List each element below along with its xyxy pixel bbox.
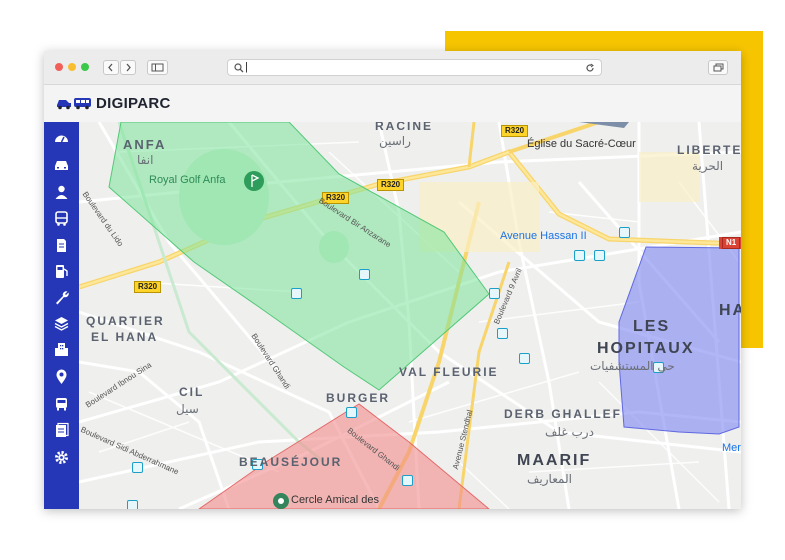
district-label: BURGER xyxy=(326,391,391,405)
report-icon[interactable] xyxy=(53,422,70,439)
district-label: MAARIF xyxy=(517,452,592,469)
forward-button[interactable] xyxy=(120,60,136,75)
url-text: | xyxy=(245,61,248,73)
app-header: DIGIPARC xyxy=(44,85,741,122)
tabs-overview-button[interactable] xyxy=(708,60,728,75)
map-view[interactable]: R320 R320 R320 R320 N1 RACINE راسين ANFA… xyxy=(79,122,741,509)
car-icon[interactable] xyxy=(53,157,70,174)
poi-label: Royal Golf Anfa xyxy=(149,174,226,186)
poi-label: Mer xyxy=(722,442,741,454)
fuel-pump-icon[interactable] xyxy=(53,263,70,280)
bus-stop-icon[interactable] xyxy=(619,227,630,238)
district-label: LES xyxy=(633,318,671,335)
district-arabic-label: راسين xyxy=(379,134,411,148)
poi-label: Cercle Amical des xyxy=(291,494,380,506)
sidebar-nav xyxy=(44,122,79,509)
user-icon[interactable] xyxy=(53,184,70,201)
district-label: LIBERTE xyxy=(677,143,741,157)
district-label: EL HANA xyxy=(91,330,159,344)
reload-icon[interactable] xyxy=(585,63,595,73)
road-shield-r320: R320 xyxy=(134,281,162,293)
road-shield-r320: R320 xyxy=(377,179,405,191)
bus-stop-icon[interactable] xyxy=(359,269,370,280)
district-label: DERB GHALLEF xyxy=(504,407,622,421)
tabs-icon xyxy=(713,63,724,72)
browser-toolbar: | xyxy=(44,51,741,85)
bus-stop-icon[interactable] xyxy=(497,328,508,339)
bus-stop-icon[interactable] xyxy=(519,353,530,364)
district-label: BEAUSÉJOUR xyxy=(239,455,343,469)
district-label: HOPITAUX xyxy=(597,340,695,357)
building-icon[interactable] xyxy=(53,341,70,358)
bus-stop-icon[interactable] xyxy=(132,462,143,473)
poi-label: Église du Sacré-Cœur xyxy=(527,138,636,150)
back-button[interactable] xyxy=(103,60,119,75)
bus-stop-icon[interactable] xyxy=(594,250,605,261)
minimize-window-button[interactable] xyxy=(68,63,76,71)
district-label: VAL FLEURIE xyxy=(399,365,499,379)
sidebar-toggle-icon xyxy=(151,63,164,72)
district-label: QUARTIER xyxy=(86,314,165,328)
document-icon[interactable] xyxy=(53,237,70,254)
dashboard-icon[interactable] xyxy=(53,130,70,147)
bus-icon[interactable] xyxy=(53,210,70,227)
district-label: HA xyxy=(719,302,741,319)
road-shield-n1: N1 xyxy=(722,237,741,249)
road-shield-r320: R320 xyxy=(501,125,529,137)
search-icon xyxy=(234,63,244,73)
poi-label: Avenue Hassan II xyxy=(500,230,587,242)
bus-stop-icon[interactable] xyxy=(489,288,500,299)
maximize-window-button[interactable] xyxy=(81,63,89,71)
vehicle-front-icon[interactable] xyxy=(53,395,70,412)
bus-stop-icon[interactable] xyxy=(402,475,413,486)
district-label: ANFA xyxy=(123,137,167,152)
green-zone[interactable] xyxy=(108,122,490,391)
district-arabic-label: درب غلف xyxy=(545,425,594,439)
district-arabic-label: حي المستشفيات xyxy=(590,359,675,373)
chevron-left-icon xyxy=(108,63,113,72)
district-arabic-label: المعاريف xyxy=(527,472,572,486)
address-bar[interactable]: | xyxy=(227,59,602,76)
chevron-right-icon xyxy=(126,63,131,72)
settings-icon[interactable] xyxy=(53,449,70,466)
close-window-button[interactable] xyxy=(55,63,63,71)
bus-stop-icon[interactable] xyxy=(574,250,585,261)
app-brand-name: DIGIPARC xyxy=(96,95,171,112)
fleet-logo-icon xyxy=(57,98,91,110)
district-label: RACINE xyxy=(375,122,434,133)
map-pin-icon[interactable] xyxy=(53,368,70,385)
wrench-icon[interactable] xyxy=(53,289,70,306)
district-arabic-label: الحرية xyxy=(692,159,724,173)
sidebar-toggle-button[interactable] xyxy=(147,60,168,75)
bus-stop-icon[interactable] xyxy=(127,500,138,509)
bus-stop-icon[interactable] xyxy=(346,407,357,418)
browser-window: | DIGIPARC R320 R320 R320 R320 N1 RACINE… xyxy=(44,51,741,509)
district-label: CIL xyxy=(179,385,205,399)
bus-stop-icon[interactable] xyxy=(291,288,302,299)
layers-icon[interactable] xyxy=(53,315,70,332)
district-arabic-label: سيل xyxy=(176,402,199,416)
district-arabic-label: انفا xyxy=(137,153,154,167)
